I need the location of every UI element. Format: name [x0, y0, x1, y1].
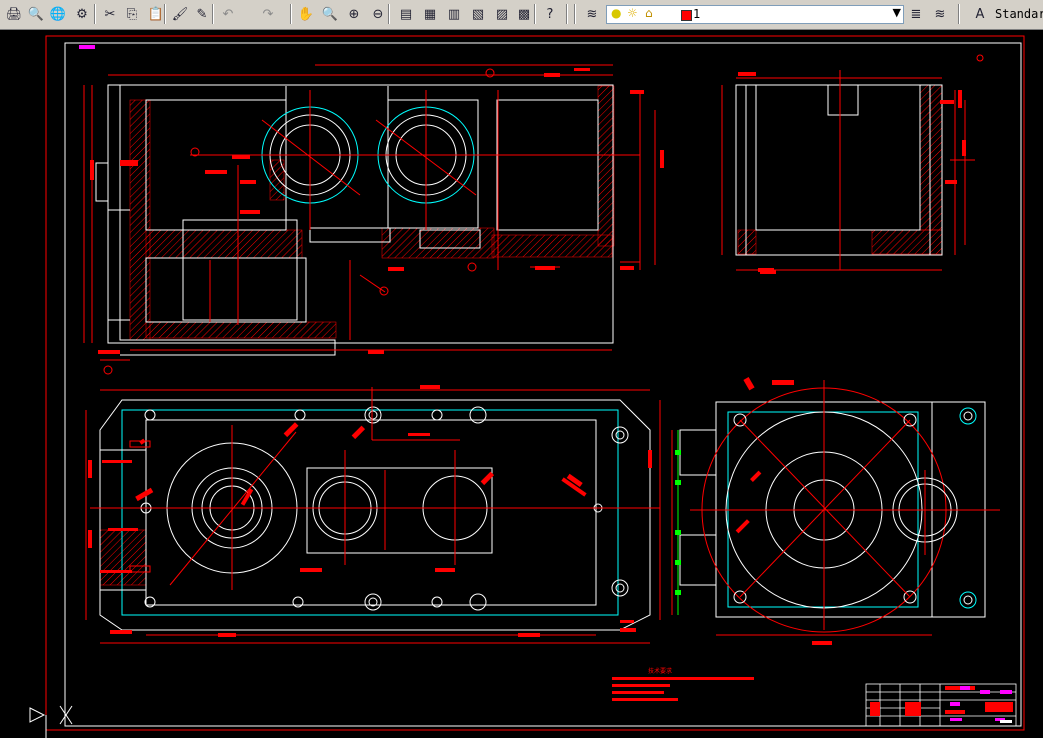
toolbar-separator	[94, 4, 96, 24]
front-section-view	[83, 64, 774, 375]
side-section-view	[721, 54, 984, 274]
flange-end-view	[671, 377, 1000, 645]
layer-previous-icon[interactable]: ≣	[906, 4, 926, 24]
text-style-combo[interactable]: Standard	[995, 7, 1043, 21]
layer-color-swatch	[681, 10, 692, 21]
toolbar-separator	[534, 4, 536, 24]
help-icon[interactable]: ?	[540, 4, 560, 24]
paste-icon[interactable]: 📋	[146, 4, 166, 24]
chevron-down-icon[interactable]: ▼	[893, 6, 901, 19]
undo-icon[interactable]: ↶	[218, 4, 238, 24]
title-block	[865, 683, 1017, 727]
ucs-icon	[29, 705, 73, 738]
calculator-icon[interactable]: ▩	[514, 4, 534, 24]
etransmit-icon[interactable]: ⚙	[72, 4, 92, 24]
layer-dropdown[interactable]: ● ☼ ⌂ 1 ▼	[606, 5, 904, 24]
copy-icon[interactable]: ⎘	[122, 4, 142, 24]
zoom-realtime-icon[interactable]: 🔍	[320, 4, 340, 24]
design-center-icon[interactable]: ▦	[420, 4, 440, 24]
sheet-mark	[79, 45, 95, 49]
publish-web-icon[interactable]: 🌐	[48, 4, 68, 24]
paper-outer-border	[45, 35, 1025, 731]
tech-req-title: 技术要求	[648, 667, 672, 675]
current-layer-name: 1	[693, 7, 701, 21]
tool-palettes-icon[interactable]: ▥	[444, 4, 464, 24]
sheet-set-icon[interactable]: ▧	[468, 4, 488, 24]
standard-toolbar: 🖨🔍🌐⚙✂⎘📋🖌✎↶↷✋🔍⊕⊖▤▦▥▧▨▩?≋●☼⌂1▼≣≋AStandard	[0, 0, 1043, 30]
bulb-icon: ●	[611, 6, 622, 20]
cad-canvas[interactable]: 技术要求	[0, 30, 1043, 738]
block-editor-icon[interactable]: ✎	[192, 4, 212, 24]
toolbar-separator	[958, 4, 960, 24]
drawing-inner-border	[64, 42, 1022, 727]
toolbar-separator	[566, 4, 568, 24]
publish-icon[interactable]: 🖨	[4, 4, 24, 24]
model-space-drawing[interactable]: 技术要求	[0, 30, 1043, 738]
toolbar-separator	[574, 4, 576, 24]
lock-icon: ⌂	[645, 6, 653, 20]
zoom-window-icon[interactable]: ⊕	[344, 4, 364, 24]
toolbar-separator	[388, 4, 390, 24]
markup-icon[interactable]: ▨	[492, 4, 512, 24]
match-properties-icon[interactable]: 🖌	[170, 4, 190, 24]
text-style-icon[interactable]: A	[970, 4, 990, 24]
redo-icon[interactable]: ↷	[258, 4, 278, 24]
plan-view	[85, 385, 661, 644]
cut-icon[interactable]: ✂	[100, 4, 120, 24]
zoom-previous-icon[interactable]: ⊖	[368, 4, 388, 24]
sun-icon: ☼	[627, 6, 638, 20]
toolbar-separator	[164, 4, 166, 24]
pan-icon[interactable]: ✋	[296, 4, 316, 24]
plot-preview-icon[interactable]: 🔍	[26, 4, 46, 24]
technical-requirements: 技术要求	[612, 667, 754, 701]
properties-icon[interactable]: ▤	[396, 4, 416, 24]
layers-icon[interactable]: ≋	[582, 4, 602, 24]
toolbar-separator	[212, 4, 214, 24]
toolbar-separator	[290, 4, 292, 24]
layer-states-icon[interactable]: ≋	[930, 4, 950, 24]
